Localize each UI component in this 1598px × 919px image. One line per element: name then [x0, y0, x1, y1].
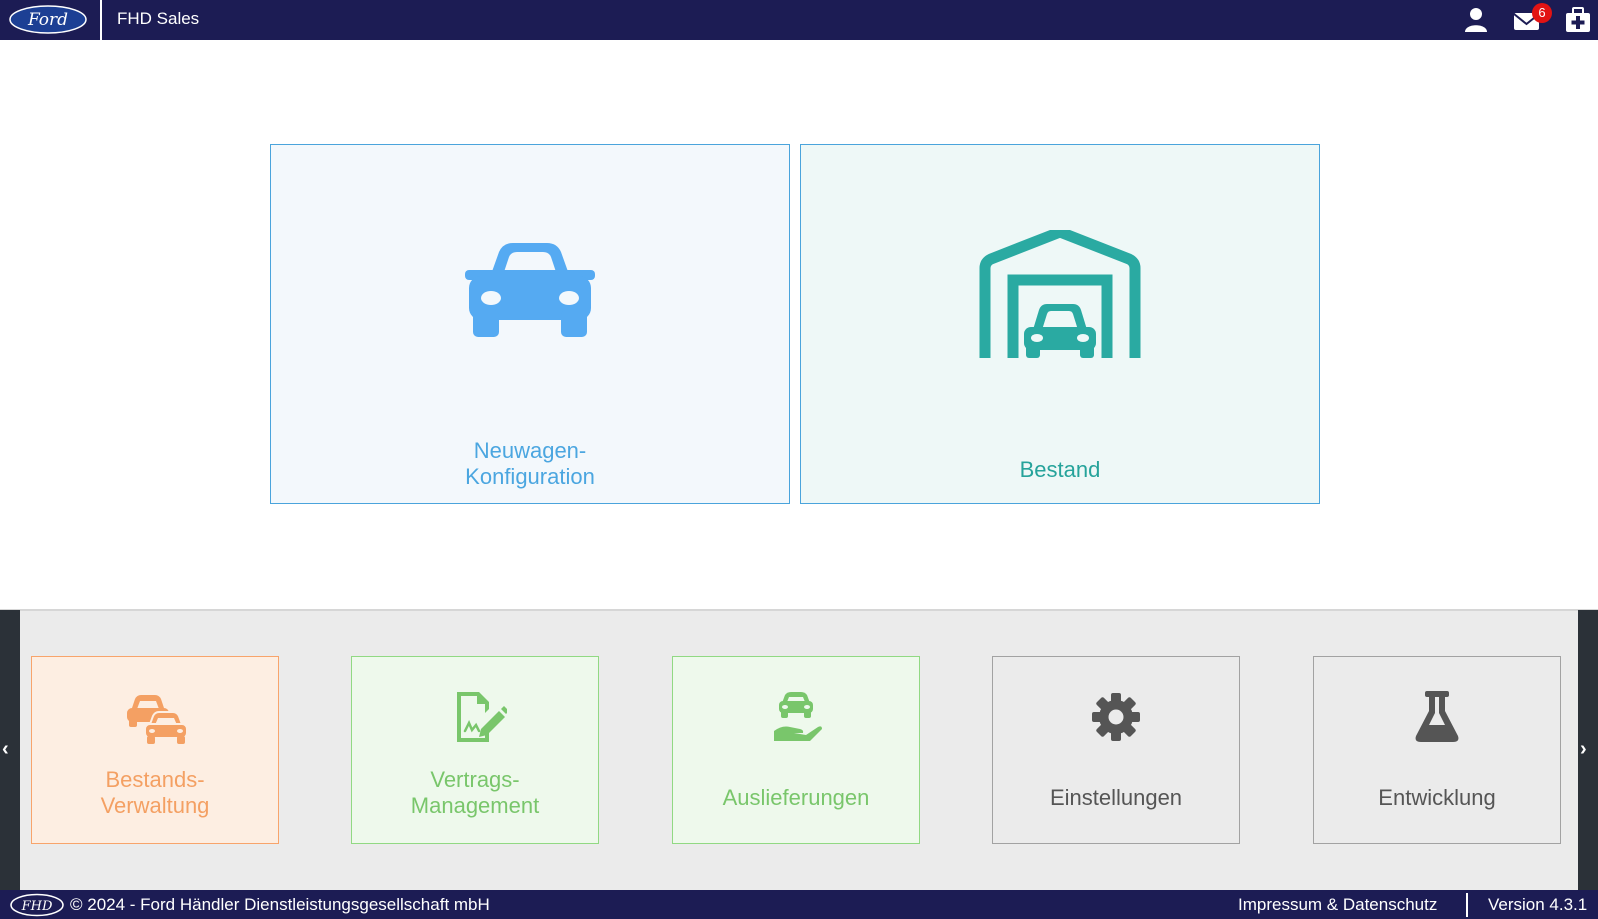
tile-contract-management-label: Vertrags- Management	[352, 767, 598, 819]
tile-new-car-configuration[interactable]: Neuwagen- Konfiguration	[270, 144, 790, 504]
flask-icon	[1415, 691, 1459, 742]
car-icon	[465, 243, 595, 337]
scroll-left-button[interactable]: ‹	[0, 610, 20, 890]
version-text: Version 4.3.1	[1488, 895, 1588, 914]
top-header: Ford FHD Sales 6	[0, 0, 1598, 40]
tile-deliveries[interactable]: Auslieferungen	[672, 656, 920, 844]
fhd-logo: FHD	[10, 893, 64, 917]
tile-development-label: Entwicklung	[1378, 785, 1496, 810]
tile-stock[interactable]: Bestand	[800, 144, 1320, 504]
mail-badge: 6	[1532, 3, 1552, 23]
car-on-hand-icon	[774, 692, 822, 741]
tile-stock-label: Bestand	[1019, 457, 1101, 482]
gear-icon	[1092, 693, 1140, 741]
tile-new-car-label-line1: Neuwagen-	[473, 438, 587, 463]
ford-logo-text: Ford	[27, 10, 68, 30]
footer-divider	[1466, 893, 1468, 917]
contract-signature-icon	[457, 692, 507, 742]
tile-stock-management-line2: Verwaltung	[100, 793, 210, 818]
chevron-right-icon: ›	[1580, 738, 1587, 760]
scroll-right-button[interactable]: ›	[1578, 610, 1598, 890]
tile-settings-label: Einstellungen	[1049, 785, 1183, 810]
chevron-left-icon: ‹	[2, 738, 9, 760]
tile-new-car-label: Neuwagen- Konfiguration	[271, 438, 789, 490]
footer: FHD © 2024 - Ford Händler Dienstleistung…	[0, 890, 1598, 919]
tile-stock-management-line1: Bestands-	[105, 767, 205, 792]
first-aid-kit-icon[interactable]	[1563, 5, 1593, 35]
tile-stock-management-label: Bestands- Verwaltung	[32, 767, 278, 819]
tile-contract-management[interactable]: Vertrags- Management	[351, 656, 599, 844]
ford-logo[interactable]: Ford	[8, 4, 88, 35]
copyright-text: © 2024 - Ford Händler Dienstleistungsges…	[70, 895, 490, 914]
two-cars-icon	[127, 695, 187, 744]
tile-development[interactable]: Entwicklung	[1313, 656, 1561, 844]
app-title: FHD Sales	[117, 9, 200, 28]
tile-stock-management[interactable]: Bestands- Verwaltung	[31, 656, 279, 844]
tile-deliveries-label: Auslieferungen	[722, 785, 870, 810]
garage-car-icon	[979, 230, 1141, 358]
tile-contract-management-line2: Management	[410, 793, 540, 818]
tile-settings[interactable]: Einstellungen	[992, 656, 1240, 844]
tile-new-car-label-line2: Konfiguration	[465, 464, 595, 489]
tile-contract-management-line1: Vertrags-	[430, 767, 520, 792]
fhd-logo-text: FHD	[21, 899, 53, 914]
imprint-privacy-link[interactable]: Impressum & Datenschutz	[1238, 895, 1437, 915]
user-icon[interactable]	[1461, 5, 1491, 35]
header-divider	[100, 0, 102, 40]
